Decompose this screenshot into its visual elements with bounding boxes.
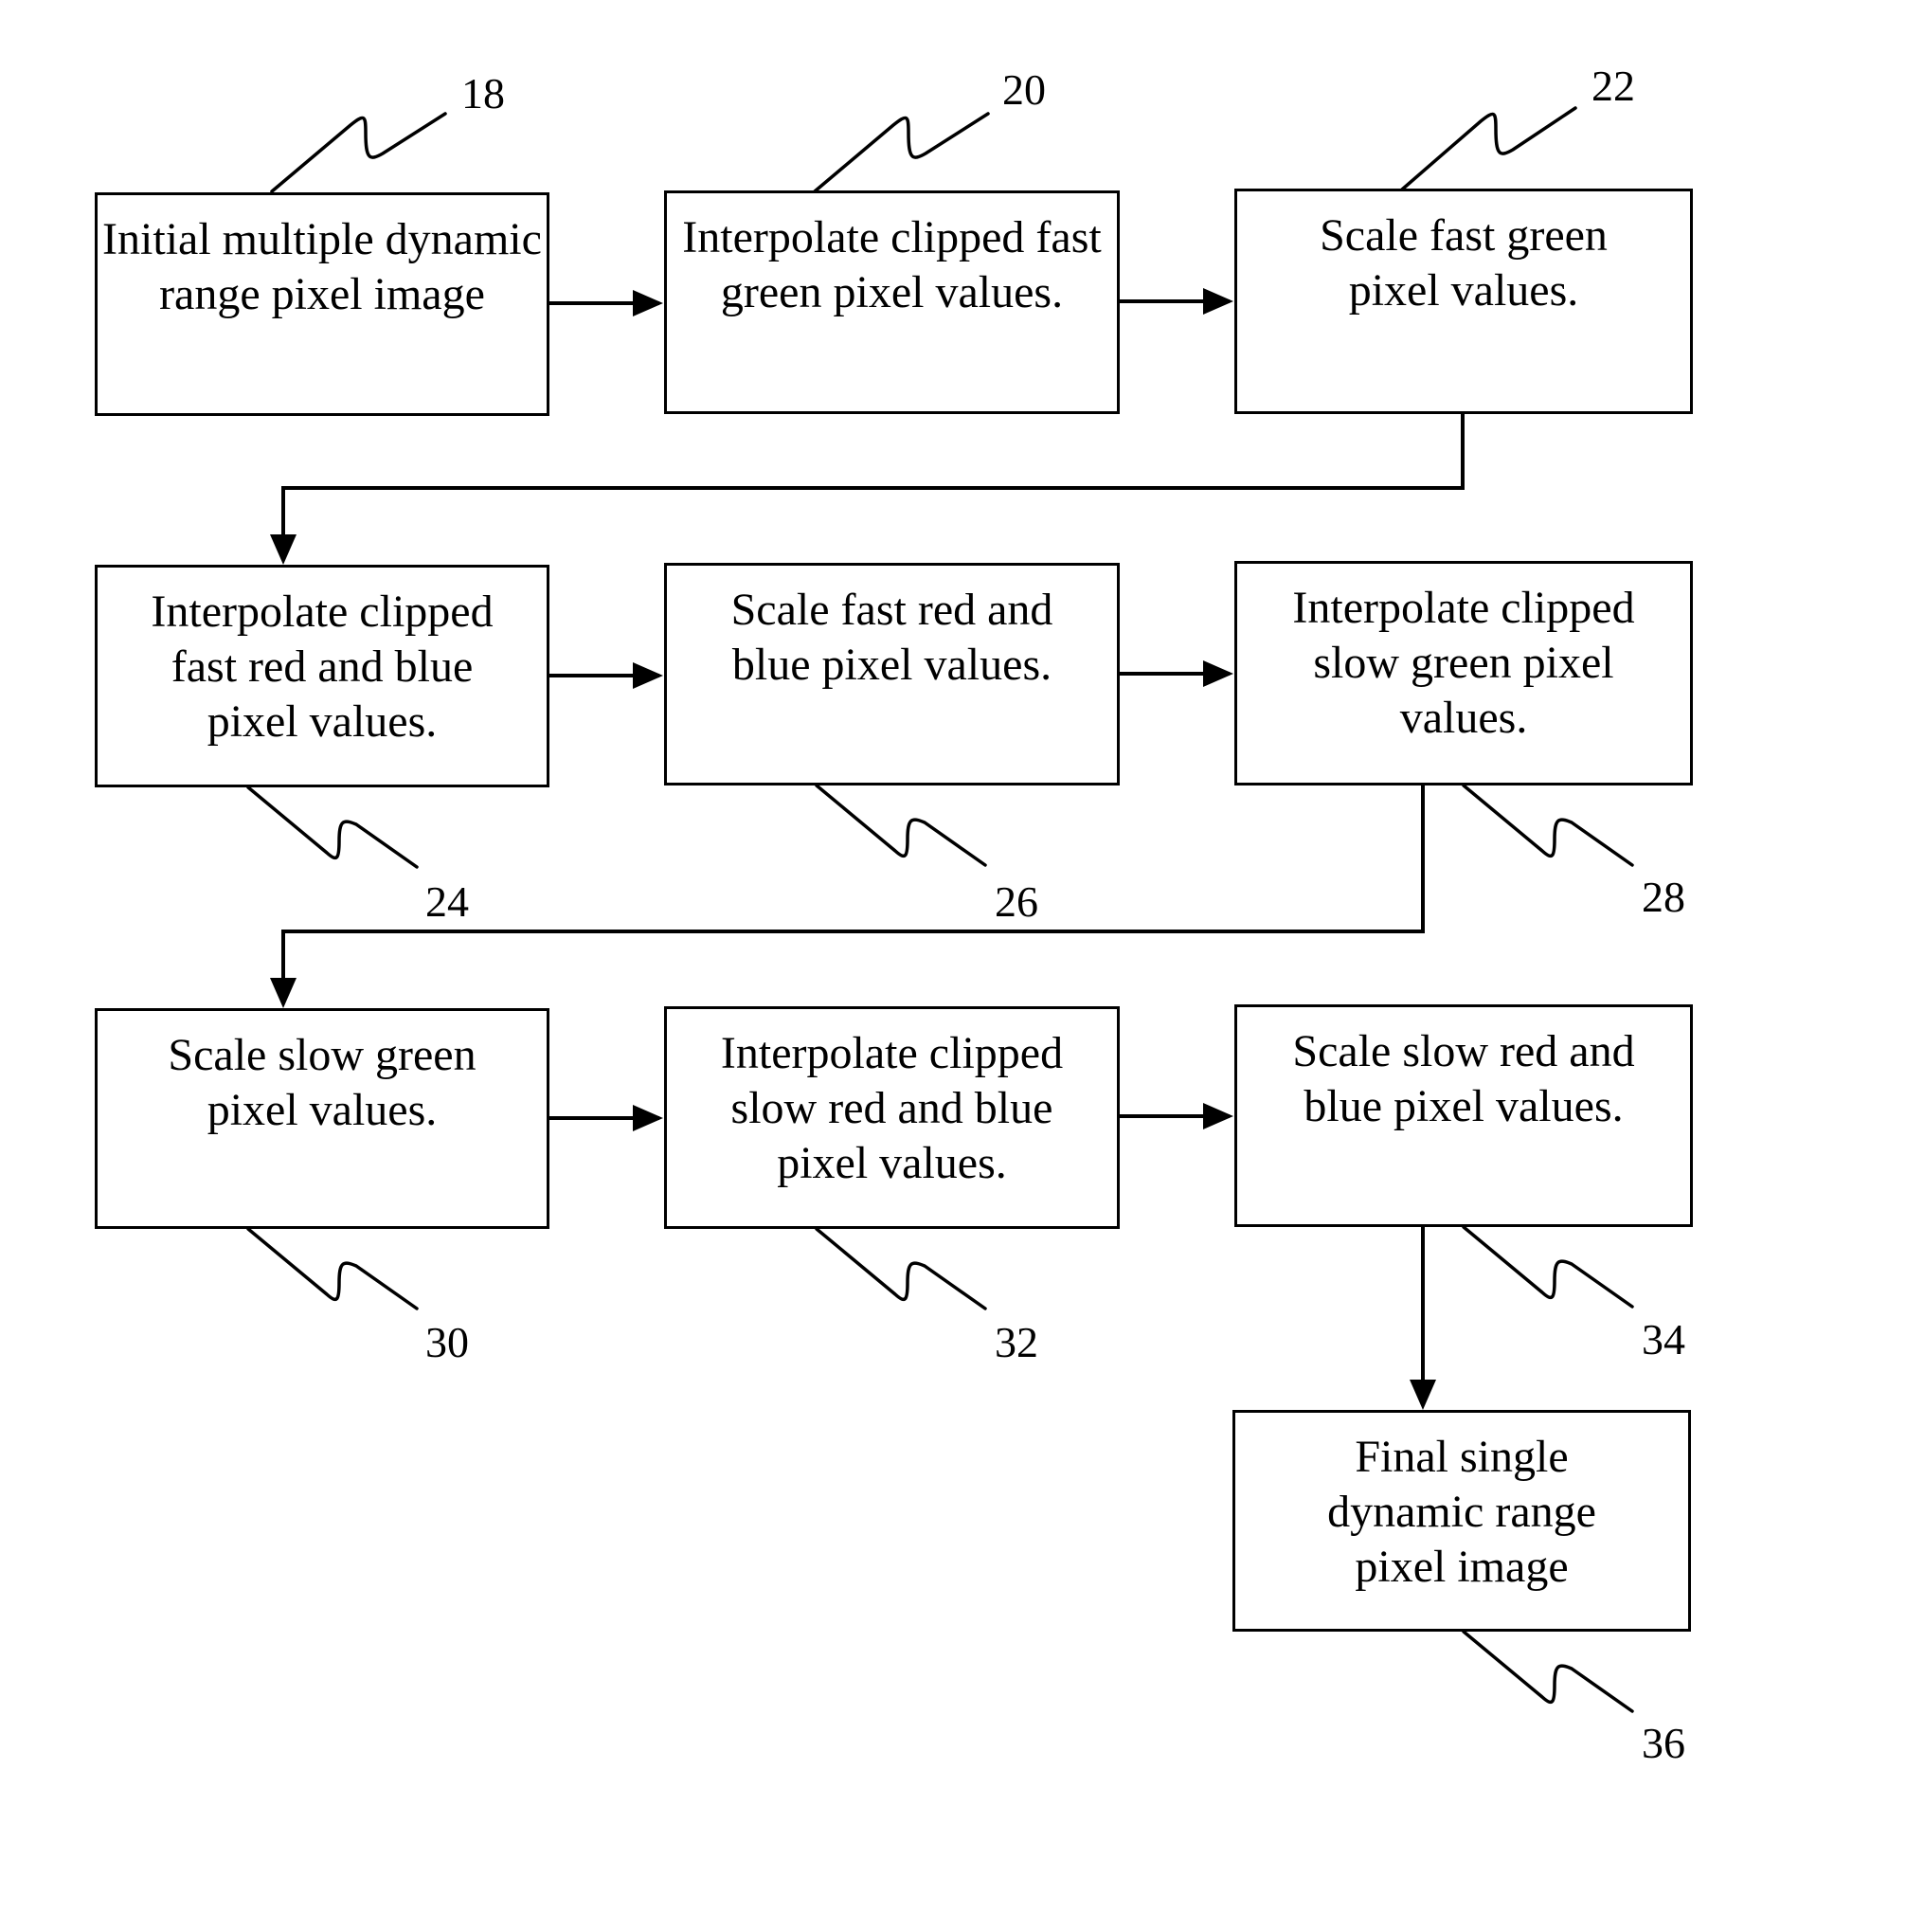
step-label: Scale fast red and blue pixel values. [730, 585, 1053, 690]
leader-26 [815, 784, 987, 867]
leader-24 [246, 785, 419, 869]
step-label: Interpolate clipped slow red and blue pi… [720, 1028, 1064, 1188]
ref-numeral-30: 30 [425, 1318, 469, 1366]
arrowhead-icon [1203, 288, 1233, 315]
step-box-final-image: Final single dynamic range pixel image [1232, 1410, 1691, 1632]
step-box-scale-slow-green: Scale slow green pixel values. [95, 1008, 549, 1229]
step-label: Final single dynamic range pixel image [1327, 1432, 1596, 1592]
arrowhead-icon [633, 290, 663, 316]
leader-20 [813, 112, 990, 193]
step-label: Interpolate clipped fast green pixel val… [682, 212, 1102, 317]
arrowhead-icon [1203, 660, 1233, 687]
step-box-interp-slow-red-blue: Interpolate clipped slow red and blue pi… [664, 1006, 1120, 1229]
step-label: Interpolate clipped fast red and blue pi… [151, 587, 494, 747]
ref-numeral-26: 26 [995, 877, 1038, 926]
ref-numeral-22: 22 [1591, 62, 1635, 110]
arrowhead-icon [633, 1105, 663, 1131]
step-box-scale-slow-red-blue: Scale slow red and blue pixel values. [1234, 1004, 1693, 1227]
ref-numeral-18: 18 [461, 69, 505, 117]
leader-22 [1400, 106, 1577, 191]
ref-numeral-32: 32 [995, 1318, 1038, 1366]
step-box-interp-fast-green: Interpolate clipped fast green pixel val… [664, 190, 1120, 414]
step-box-scale-fast-green: Scale fast green pixel values. [1234, 189, 1693, 414]
arrowhead-icon [270, 534, 297, 565]
arrowhead-icon [633, 662, 663, 689]
arrowhead-icon [270, 978, 297, 1008]
ref-numeral-34: 34 [1642, 1315, 1685, 1363]
arrowhead-icon [1410, 1380, 1436, 1410]
ref-numeral-36: 36 [1642, 1719, 1685, 1767]
leader-18 [270, 112, 447, 193]
leader-28 [1462, 784, 1634, 867]
flowchart-canvas: Initial multiple dynamic range pixel ima… [0, 0, 1906, 1932]
step-label: Scale slow green pixel values. [168, 1030, 476, 1135]
ref-numeral-20: 20 [1002, 65, 1046, 114]
step-label: Interpolate clipped slow green pixel val… [1292, 583, 1635, 743]
leader-36 [1462, 1630, 1634, 1713]
step-label: Scale fast green pixel values. [1320, 210, 1608, 316]
leader-34 [1462, 1225, 1634, 1309]
step-box-initial-image: Initial multiple dynamic range pixel ima… [95, 192, 549, 416]
step-label: Initial multiple dynamic range pixel ima… [102, 214, 542, 319]
step-box-interp-slow-green: Interpolate clipped slow green pixel val… [1234, 561, 1693, 785]
step-box-scale-fast-red-blue: Scale fast red and blue pixel values. [664, 563, 1120, 785]
ref-numeral-24: 24 [425, 877, 469, 926]
ref-numeral-28: 28 [1642, 873, 1685, 921]
step-label: Scale slow red and blue pixel values. [1292, 1026, 1635, 1131]
arrow-22-24 [281, 414, 1465, 559]
leader-30 [246, 1227, 419, 1310]
leader-32 [815, 1227, 987, 1310]
step-box-interp-fast-red-blue: Interpolate clipped fast red and blue pi… [95, 565, 549, 787]
arrowhead-icon [1203, 1103, 1233, 1129]
